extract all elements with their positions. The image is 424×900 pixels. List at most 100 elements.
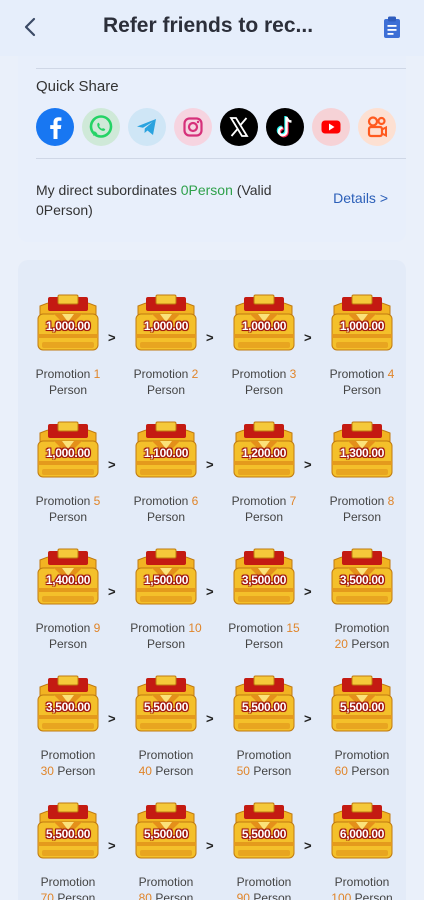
next-arrow: > [108,330,116,345]
person-count: 20 [334,637,348,651]
person-unit: Person [146,637,186,651]
person-unit: Person [342,383,382,397]
promotion-label: Promotion [138,748,194,762]
treasure-chest-icon: 1,400.00 [32,538,104,610]
promotion-label: Promotion [236,748,292,762]
details-link[interactable]: Details > [333,190,388,206]
person-count: 10 [188,621,202,635]
reward-amount: 3,500.00 [45,700,91,714]
reward-item: 1,000.00 Promotion 3 Person [222,284,306,404]
tiktok-icon[interactable] [266,108,304,146]
treasure-chest-icon: 1,300.00 [326,411,398,483]
facebook-icon[interactable] [36,108,74,146]
reward-caption: Promotion 6 Person [118,493,214,525]
reward-caption: Promotion 8 Person [314,493,410,525]
quick-share-card: Quick Share My direct subordinates 0Pers… [18,56,406,242]
reward-caption: Promotion 90 Person [216,874,312,900]
reward-caption: Promotion 50 Person [216,747,312,779]
next-arrow: > [304,457,312,472]
person-unit: Person [48,383,88,397]
reward-item: 1,500.00 Promotion 10 Person [124,538,208,658]
kwai-icon[interactable] [358,108,396,146]
reward-amount: 1,200.00 [241,446,287,460]
promotion-label: Promotion [231,494,287,508]
person-count: 8 [387,494,395,508]
promotion-label: Promotion [133,367,189,381]
treasure-chest-icon: 1,000.00 [326,284,398,356]
treasure-chest-icon: 1,000.00 [32,411,104,483]
person-unit: Person [155,764,194,778]
reward-item: 1,200.00 Promotion 7 Person [222,411,306,531]
reward-item: 3,500.00 Promotion 15 Person [222,538,306,658]
youtube-icon[interactable] [312,108,350,146]
reward-amount: 5,500.00 [143,827,189,841]
promotion-label: Promotion [334,748,390,762]
reward-caption: Promotion 4 Person [314,366,410,398]
person-count: 50 [236,764,250,778]
promotion-label: Promotion [40,748,96,762]
reward-item: 3,500.00 Promotion 20 Person [320,538,404,658]
reward-caption: Promotion 15 Person [216,620,312,652]
person-count: 1 [93,367,101,381]
divider [36,158,406,159]
next-arrow: > [108,584,116,599]
reward-item: 5,500.00 Promotion 70 Person [26,792,110,900]
person-unit: Person [48,510,88,524]
next-arrow: > [304,711,312,726]
rewards-grid-card: 1,000.00 Promotion 1 Person > 1,000.00 Promo… [18,260,406,900]
whatsapp-icon[interactable] [82,108,120,146]
clipboard-icon[interactable] [380,15,404,39]
person-count: 9 [93,621,101,635]
person-unit: Person [244,510,284,524]
promotion-label: Promotion [231,367,287,381]
treasure-chest-icon: 5,500.00 [130,792,202,864]
person-count: 3 [289,367,297,381]
reward-item: 1,000.00 Promotion 5 Person [26,411,110,531]
person-count: 80 [138,891,152,900]
person-unit: Person [354,891,393,900]
promotion-label: Promotion [236,875,292,889]
promotion-label: Promotion [334,621,390,635]
reward-item: 5,500.00 Promotion 90 Person [222,792,306,900]
reward-amount: 1,100.00 [143,446,189,460]
treasure-chest-icon: 1,000.00 [32,284,104,356]
person-count: 7 [289,494,297,508]
reward-item: 5,500.00 Promotion 50 Person [222,665,306,785]
back-chevron-icon[interactable] [18,14,44,40]
telegram-icon[interactable] [128,108,166,146]
person-count: 60 [334,764,348,778]
treasure-chest-icon: 5,500.00 [228,665,300,737]
reward-item: 1,100.00 Promotion 6 Person [124,411,208,531]
reward-item: 5,500.00 Promotion 80 Person [124,792,208,900]
page-title: Refer friends to rec... [102,14,314,37]
reward-item: 1,400.00 Promotion 9 Person [26,538,110,658]
top-bar: Refer friends to rec... [0,0,424,56]
person-count: 100 [331,891,352,900]
person-unit: Person [351,637,390,651]
promotion-label: Promotion [329,367,385,381]
reward-caption: Promotion 9 Person [20,620,116,652]
person-unit: Person [146,510,186,524]
reward-amount: 5,500.00 [339,700,385,714]
reward-caption: Promotion 70 Person [20,874,116,900]
reward-caption: Promotion 10 Person [118,620,214,652]
reward-caption: Promotion 100 Person [314,874,410,900]
person-count: 2 [191,367,199,381]
promotion-label: Promotion [130,621,185,635]
reward-amount: 1,400.00 [45,573,91,587]
reward-amount: 5,500.00 [241,700,287,714]
quick-share-label: Quick Share [36,78,119,95]
next-arrow: > [206,584,214,599]
person-count: 70 [40,891,54,900]
reward-amount: 5,500.00 [143,700,189,714]
treasure-chest-icon: 1,200.00 [228,411,300,483]
x-icon[interactable] [220,108,258,146]
treasure-chest-icon: 5,500.00 [228,792,300,864]
reward-amount: 1,500.00 [143,573,189,587]
reward-caption: Promotion 60 Person [314,747,410,779]
promotion-label: Promotion [228,621,283,635]
promotion-label: Promotion [35,494,91,508]
instagram-icon[interactable] [174,108,212,146]
treasure-chest-icon: 3,500.00 [326,538,398,610]
next-arrow: > [304,838,312,853]
